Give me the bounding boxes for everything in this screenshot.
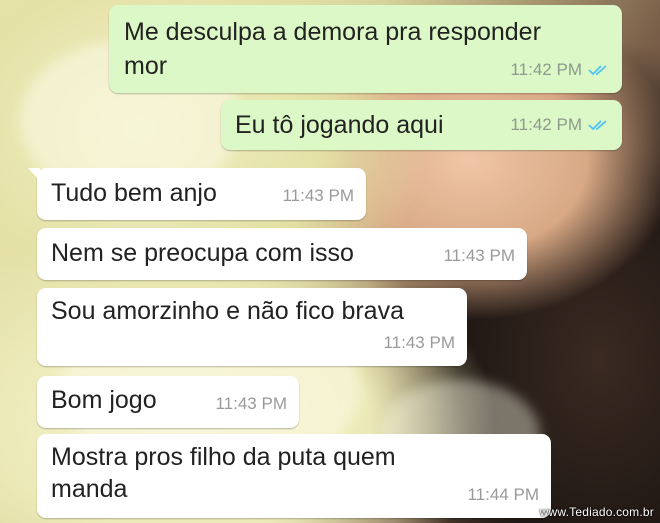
message-time: 11:42 PM	[510, 115, 582, 134]
message-text: mor	[124, 52, 168, 80]
message-text: Sou amorzinho e não fico brava	[51, 297, 404, 325]
message-time: 11:42 PM	[510, 60, 582, 79]
message-text: Me desculpa a demora pra responder	[124, 18, 541, 46]
message-text: Tudo bem anjo	[51, 179, 217, 207]
message-bubble-incoming[interactable]: Mostra pros filho da puta quem manda 11:…	[37, 434, 551, 518]
watermark: www.Tediado.com.br	[539, 505, 654, 519]
message-text: Eu tô jogando aqui	[235, 111, 444, 139]
message-text: manda	[51, 475, 128, 503]
message-time: 11:43 PM	[282, 186, 354, 205]
double-check-icon	[588, 120, 607, 131]
message-bubble-outgoing[interactable]: Eu tô jogando aqui 11:42 PM	[221, 100, 622, 150]
message-meta: 11:42 PM	[510, 55, 610, 85]
message-bubble-incoming[interactable]: Bom jogo 11:43 PM	[37, 376, 299, 428]
message-time: 11:43 PM	[383, 333, 455, 352]
message-bubble-incoming[interactable]: Tudo bem anjo 11:43 PM	[28, 168, 366, 220]
message-text: Mostra pros filho da puta quem	[51, 443, 396, 471]
message-text: Bom jogo	[51, 386, 157, 414]
bubble-tail	[28, 168, 40, 181]
message-time: 11:43 PM	[443, 246, 515, 265]
message-time: 11:44 PM	[467, 485, 539, 504]
message-meta: 11:42 PM	[510, 110, 610, 140]
message-bubble-incoming[interactable]: Sou amorzinho e não fico brava 11:43 PM	[37, 288, 467, 366]
message-text: Nem se preocupa com isso	[51, 239, 354, 267]
double-check-icon	[588, 65, 607, 76]
message-bubble-outgoing[interactable]: Me desculpa a demora pra responder mor 1…	[109, 5, 622, 93]
message-bubble-incoming[interactable]: Nem se preocupa com isso 11:43 PM	[37, 228, 527, 280]
message-time: 11:43 PM	[215, 394, 287, 413]
